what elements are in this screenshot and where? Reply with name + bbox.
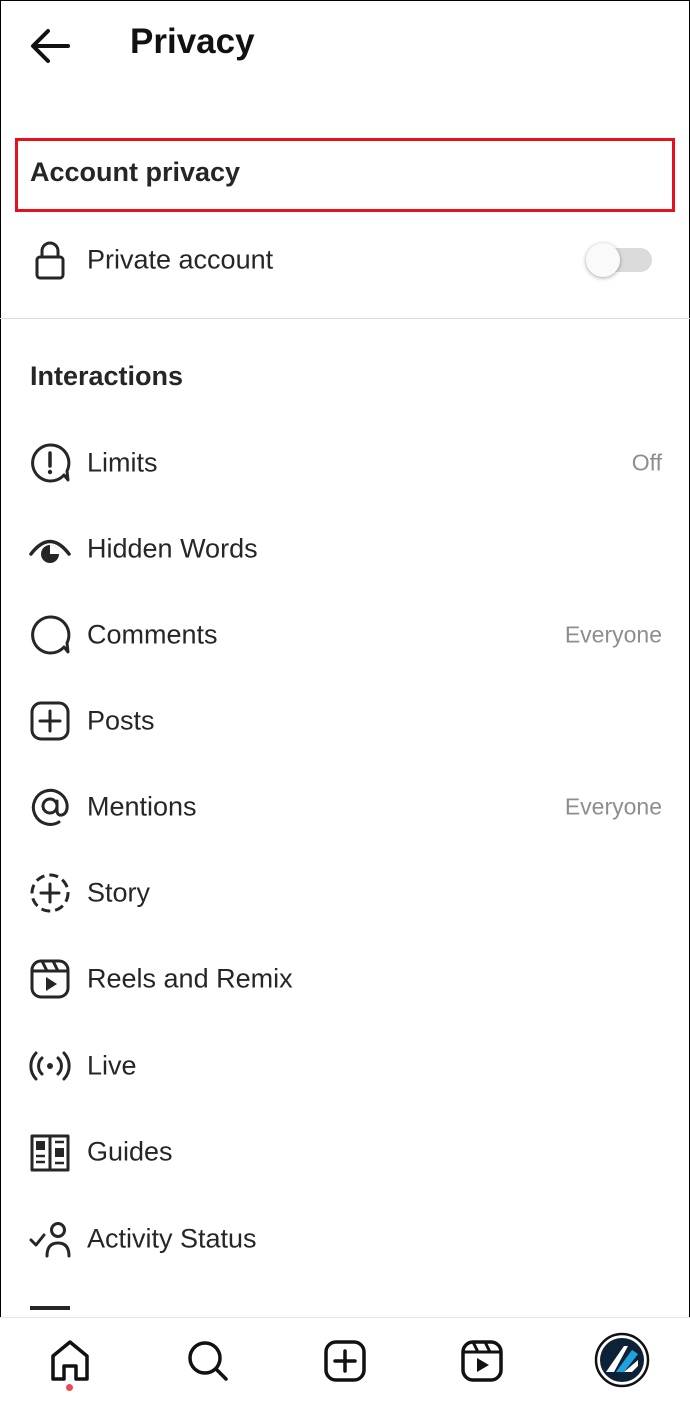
divider <box>0 318 690 319</box>
notification-dot <box>66 1384 73 1391</box>
lock-icon <box>35 241 65 280</box>
back-button[interactable] <box>26 24 74 68</box>
page-title: Privacy <box>130 22 255 61</box>
posts-row[interactable]: Posts <box>0 681 690 761</box>
private-account-label: Private account <box>87 244 274 275</box>
nav-reels[interactable] <box>457 1336 507 1386</box>
posts-label: Posts <box>87 705 155 736</box>
activity-status-row[interactable]: Activity Status <box>0 1199 690 1279</box>
limits-icon <box>31 443 71 483</box>
hidden-words-row[interactable]: Hidden Words <box>0 509 690 589</box>
comment-icon <box>31 615 71 655</box>
reels-icon <box>30 959 70 999</box>
account-privacy-heading: Account privacy <box>30 157 241 187</box>
activity-status-label: Activity Status <box>87 1223 257 1254</box>
reels-icon <box>461 1340 503 1382</box>
guides-row[interactable]: Guides <box>0 1112 690 1192</box>
activity-status-icon <box>29 1222 71 1258</box>
nav-profile[interactable] <box>594 1332 650 1388</box>
home-icon <box>51 1340 89 1381</box>
toggle-knob <box>586 243 620 277</box>
nav-search[interactable] <box>183 1336 233 1386</box>
story-icon <box>30 873 70 913</box>
profile-avatar <box>594 1332 650 1388</box>
header: Privacy <box>0 0 690 90</box>
limits-label: Limits <box>87 447 158 478</box>
comments-value: Everyone <box>564 621 662 648</box>
comments-row[interactable]: Comments Everyone <box>0 595 690 675</box>
live-icon <box>29 1051 71 1081</box>
mention-icon <box>31 788 69 826</box>
comments-label: Comments <box>87 619 218 650</box>
create-icon <box>324 1340 366 1382</box>
mentions-value: Everyone <box>564 793 662 820</box>
story-label: Story <box>87 877 151 908</box>
arrow-left-icon <box>31 29 70 63</box>
bottom-nav <box>0 1317 690 1416</box>
story-row[interactable]: Story <box>0 853 690 933</box>
mentions-label: Mentions <box>87 791 197 822</box>
live-row[interactable]: Live <box>0 1026 690 1106</box>
nav-create[interactable] <box>320 1336 370 1386</box>
mentions-row[interactable]: Mentions Everyone <box>0 767 690 847</box>
hidden-words-icon <box>29 539 71 563</box>
reels-and-remix-label: Reels and Remix <box>87 963 293 994</box>
interactions-heading: Interactions <box>30 361 184 391</box>
nav-home[interactable] <box>45 1336 95 1386</box>
hidden-words-label: Hidden Words <box>87 533 258 564</box>
partial-row-icon <box>30 1306 70 1310</box>
reels-and-remix-row[interactable]: Reels and Remix <box>0 939 690 1019</box>
private-account-toggle[interactable] <box>586 243 654 277</box>
limits-row[interactable]: Limits Off <box>0 423 690 503</box>
search-icon <box>188 1341 228 1381</box>
limits-value: Off <box>631 449 662 476</box>
guides-label: Guides <box>87 1136 173 1167</box>
guides-icon <box>30 1134 70 1172</box>
live-label: Live <box>87 1050 137 1081</box>
add-post-icon <box>30 701 70 741</box>
